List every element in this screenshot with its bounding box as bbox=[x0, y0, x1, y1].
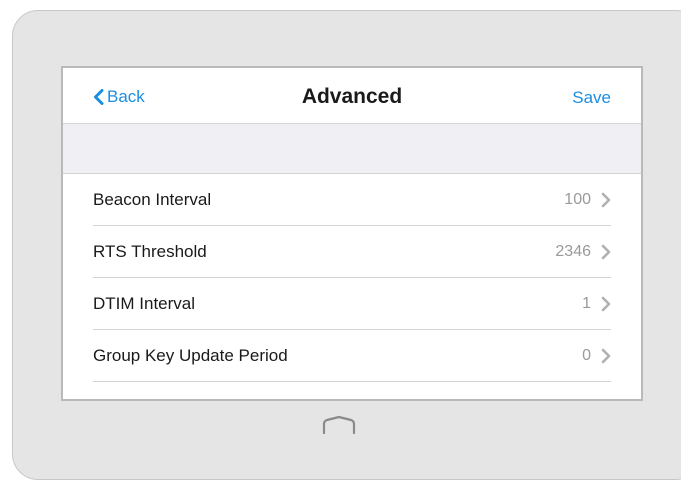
setting-row-dtim-interval[interactable]: DTIM Interval 1 bbox=[93, 278, 611, 330]
setting-value: 2346 bbox=[555, 242, 591, 260]
section-header bbox=[63, 124, 641, 174]
chevron-right-icon bbox=[601, 192, 611, 207]
chevron-right-icon bbox=[601, 348, 611, 363]
page-title: Advanced bbox=[301, 85, 403, 108]
save-button[interactable]: Save bbox=[572, 88, 611, 108]
setting-row-group-key-update-period[interactable]: Group Key Update Period 0 bbox=[93, 330, 611, 382]
setting-value: 100 bbox=[564, 190, 591, 208]
chevron-left-icon bbox=[94, 89, 104, 105]
settings-list: Beacon Interval 100 RTS Threshold 2346 D… bbox=[93, 174, 611, 382]
setting-label: DTIM Interval bbox=[93, 293, 196, 313]
setting-row-rts-threshold[interactable]: RTS Threshold 2346 bbox=[93, 226, 611, 278]
setting-row-beacon-interval[interactable]: Beacon Interval 100 bbox=[93, 174, 611, 226]
chevron-right-icon bbox=[601, 296, 611, 311]
setting-label: Beacon Interval bbox=[93, 189, 212, 209]
navigation-bar: Back Advanced Save bbox=[63, 68, 641, 124]
back-button[interactable]: Back bbox=[93, 86, 145, 108]
home-button-icon[interactable] bbox=[321, 415, 357, 435]
screen: Back Advanced Save Beacon Interval 100 R… bbox=[61, 66, 643, 401]
back-label: Back bbox=[107, 87, 145, 106]
setting-label: Group Key Update Period bbox=[93, 345, 288, 365]
setting-label: RTS Threshold bbox=[93, 241, 207, 261]
setting-value: 1 bbox=[582, 294, 591, 312]
setting-value: 0 bbox=[582, 346, 591, 364]
chevron-right-icon bbox=[601, 244, 611, 259]
